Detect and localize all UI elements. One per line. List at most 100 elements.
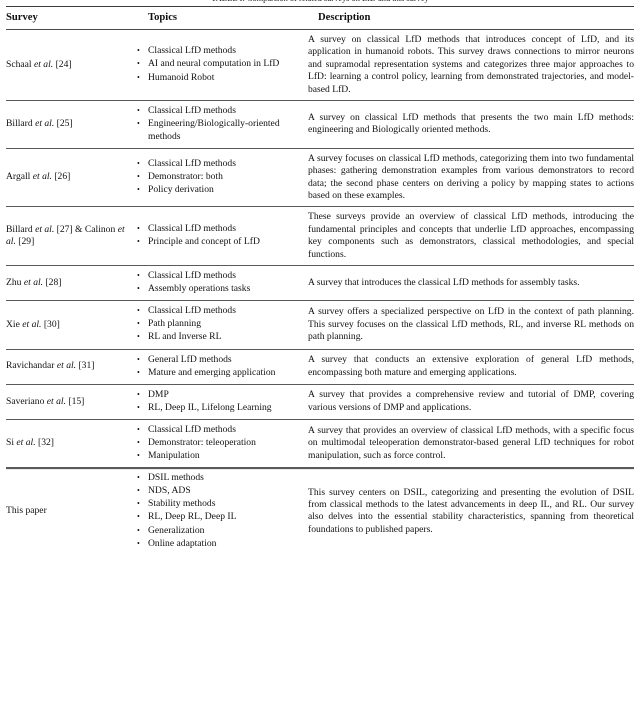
- topic-label: Generalization: [148, 524, 205, 536]
- cell-topics: • Classical LfD methods • Engineering/Biolo…: [136, 100, 308, 149]
- topic-item: • Classical LfD methods: [136, 45, 308, 58]
- topics-list: • General LfD methods • Mature and emerging…: [136, 354, 308, 380]
- cell-description: A survey focuses on classical LfD method…: [308, 147, 634, 207]
- topic-item: • Classical LfD methods: [136, 270, 308, 283]
- table-row: Billard et al. [27] & Calinon et al. [29…: [6, 206, 634, 266]
- table-row: Ravichandar et al. [31] • General LfD meth…: [6, 348, 634, 385]
- topic-label: Demonstrator: teleoperation: [148, 437, 256, 448]
- bullet-icon: •: [137, 158, 140, 168]
- bullet-icon: •: [137, 46, 140, 56]
- topic-label: Classical LfD methods: [148, 223, 236, 235]
- description-text: A survey offers a specialized perspectiv…: [308, 306, 634, 343]
- bullet-icon: •: [137, 172, 140, 182]
- topic-item: • Classical LfD methods: [136, 305, 308, 318]
- bullet-icon: •: [137, 354, 140, 364]
- topic-label: Classical LfD methods: [148, 105, 236, 117]
- topic-label: Classical LfD methods: [148, 45, 236, 57]
- cell-topics: • DSIL methods • NDS, ADS • Stability methods…: [136, 467, 308, 555]
- bullet-icon: •: [137, 424, 140, 434]
- cell-description: A survey that provides a comprehensive r…: [308, 383, 634, 420]
- description-text: A survey focuses on classical LfD method…: [308, 152, 634, 202]
- topic-label: Path planning: [148, 318, 202, 330]
- topic-item: • Assembly operations tasks: [136, 283, 308, 296]
- topic-label: Classical LfD methods: [148, 423, 236, 435]
- table-row: Xie et al. [30] • Classical LfD methods • Pa…: [6, 300, 634, 350]
- topic-label: NDS, ADS: [148, 485, 191, 497]
- cell-description: This survey centers on DSIL, categorizin…: [308, 467, 634, 555]
- topic-label: Policy derivation: [148, 184, 214, 196]
- survey-citation: [15]: [68, 395, 85, 407]
- table-row: Argall et al. [26] • Classical LfD methods…: [6, 147, 634, 207]
- topics-list: • Classical LfD methods • Assembly operatio…: [136, 270, 308, 296]
- topic-item: • Engineering/Biologically-oriented metho…: [136, 118, 308, 143]
- bullet-icon: •: [137, 402, 140, 412]
- topics-list: • Classical LfD methods • AI and neural com…: [136, 45, 308, 84]
- cell-survey: Argall et al. [26]: [6, 147, 136, 207]
- bullet-icon: •: [137, 438, 140, 447]
- cell-description: A survey on classical LfD methods that i…: [308, 30, 634, 101]
- bullet-icon: •: [137, 271, 140, 281]
- description-text: This survey centers on DSIL, categorizin…: [308, 486, 634, 535]
- cell-description: A survey that introduces the classical L…: [308, 265, 634, 301]
- topic-item: • Classical LfD methods: [136, 223, 308, 236]
- cell-description: A survey that conducts an extensive expl…: [308, 348, 634, 385]
- cell-survey: Ravichandar et al. [31]: [6, 348, 136, 385]
- table-row: Saveriano et al. [15] • DMP • RL, Deep IL, L…: [6, 383, 634, 420]
- cell-description: A survey offers a specialized perspectiv…: [308, 300, 634, 350]
- topic-item: • Policy derivation: [136, 184, 308, 197]
- topic-label: RL and Inverse RL: [148, 331, 222, 343]
- cell-survey: Si et al. [32]: [6, 418, 136, 468]
- topic-item: • RL, Deep IL, Lifelong Learning: [136, 402, 308, 415]
- bullet-icon: •: [137, 473, 140, 483]
- survey-author: Si: [6, 437, 15, 449]
- table-header: Survey Topics Description: [6, 6, 634, 30]
- topic-label: Engineering/Biologically-oriented method…: [148, 118, 280, 142]
- topic-item: • DMP: [136, 389, 308, 402]
- topic-item: • Path planning: [136, 318, 308, 331]
- bullet-icon: •: [137, 306, 140, 316]
- description-text: A survey that provides a comprehensive r…: [308, 389, 634, 413]
- table-body: Schaal et al. [24] • Classical LfD methods…: [6, 30, 634, 555]
- survey-citation: [27] & Calinon: [56, 223, 116, 235]
- survey-author: Billard: [6, 118, 33, 130]
- cell-topics: • Classical LfD methods • Principle and con…: [136, 206, 308, 266]
- survey-etal: et al.: [22, 318, 42, 330]
- survey-etal: et al.: [35, 223, 55, 235]
- cell-topics: • Classical LfD methods • Assembly operatio…: [136, 265, 308, 301]
- cell-description: A survey on classical LfD methods that p…: [308, 100, 634, 149]
- topic-item: • NDS, ADS: [136, 485, 308, 498]
- topic-label: Mature and emerging application: [148, 366, 276, 378]
- survey-etal: et al.: [16, 437, 36, 449]
- bullet-icon: •: [137, 389, 140, 399]
- bullet-icon: •: [137, 512, 140, 522]
- survey-comparison-table: Survey Topics Description Schaal et al. …: [6, 6, 634, 555]
- topic-item: • Classical LfD methods: [136, 158, 308, 171]
- topic-label: DSIL methods: [148, 472, 204, 484]
- cell-topics: • Classical LfD methods • Demonstrator: bot…: [136, 147, 308, 207]
- topic-label: Classical LfD methods: [148, 157, 236, 169]
- description-text: A survey on classical LfD methods that i…: [308, 34, 634, 95]
- topic-item: • DSIL methods: [136, 472, 308, 485]
- survey-etal: et al.: [46, 395, 66, 407]
- topic-item: • Humanoid Robot: [136, 72, 308, 85]
- topic-item: • Online adaptation: [136, 538, 308, 551]
- bullet-icon: •: [137, 499, 140, 509]
- topics-list: • Classical LfD methods • Principle and con…: [136, 223, 308, 249]
- cell-description: These surveys provide an overview of cla…: [308, 206, 634, 266]
- survey-author: Xie: [6, 318, 20, 330]
- survey-citation: [26]: [54, 171, 71, 183]
- survey-citation: [25]: [56, 118, 73, 130]
- cell-survey: Zhu et al. [28]: [6, 265, 136, 301]
- column-header-topics: Topics: [136, 6, 308, 30]
- topic-label: Manipulation: [148, 450, 200, 462]
- bullet-icon: •: [137, 451, 140, 461]
- topic-item: • AI and neural computation in LfD: [136, 58, 308, 71]
- topic-item: • General LfD methods: [136, 354, 308, 367]
- survey-author: Ravichandar: [6, 360, 55, 372]
- cell-survey: Billard et al. [25]: [6, 100, 136, 149]
- survey-citation-second: [29]: [18, 236, 35, 248]
- bullet-icon: •: [137, 538, 140, 548]
- paper-table-page: TABLE I: Comparison of related surveys o…: [0, 0, 640, 725]
- bullet-icon: •: [137, 237, 140, 247]
- topics-list: • Classical LfD methods • Path planning • RL …: [136, 305, 308, 344]
